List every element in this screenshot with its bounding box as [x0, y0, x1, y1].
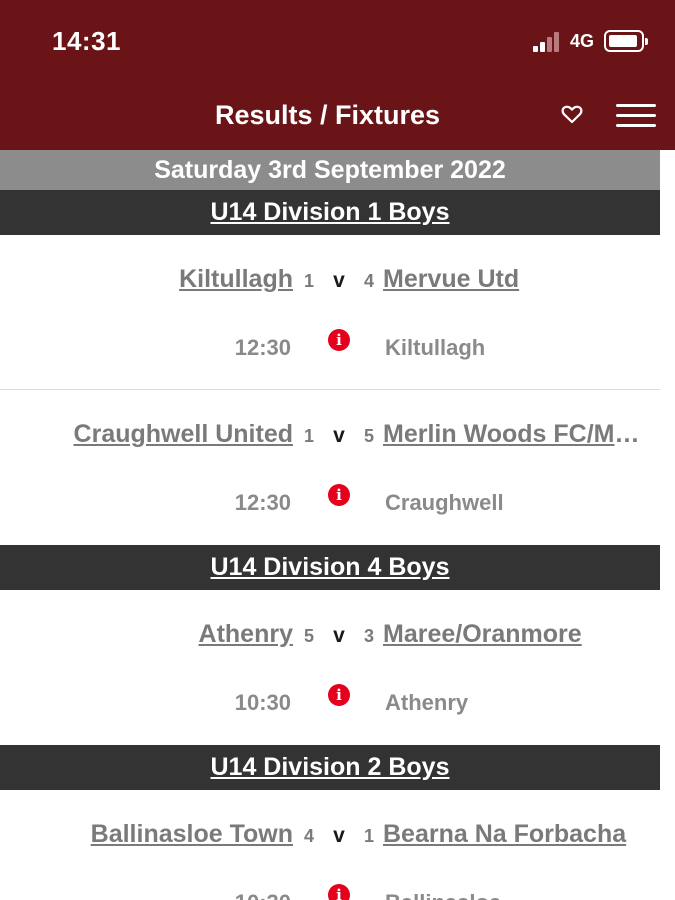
away-team-link[interactable]: Mervue Utd [383, 265, 653, 294]
home-score: 1 [304, 271, 315, 291]
match-row[interactable]: Ballinasloe Town 4 v 1 Bearna Na Forbach… [0, 790, 675, 900]
info-icon[interactable]: i [328, 329, 350, 351]
division-header: U14 Division 4 Boys [0, 545, 660, 590]
home-score: 1 [304, 426, 315, 446]
match-row[interactable]: Kiltullagh 1 v 4 Mervue Utd 12:30 i Kilt… [0, 235, 675, 390]
network-type: 4G [570, 31, 595, 51]
division-header: U14 Division 2 Boys [0, 745, 660, 790]
scrollbar[interactable] [660, 150, 675, 900]
match-score: 5 v 3 [304, 624, 374, 648]
info-icon[interactable]: i [328, 884, 350, 900]
match-score: 1 v 4 [304, 269, 374, 293]
kickoff-time: 12:30 [234, 490, 291, 515]
away-score: 1 [363, 826, 374, 846]
home-team-link[interactable]: Ballinasloe Town [91, 820, 293, 849]
division-header: U14 Division 1 Boys [0, 190, 660, 235]
division-title[interactable]: U14 Division 2 Boys [211, 753, 450, 781]
kickoff-time: 10:30 [234, 690, 291, 715]
fixtures-list[interactable]: Saturday 3rd September 2022 U14 Division… [0, 150, 675, 900]
venue-label: Kiltullagh [385, 335, 486, 360]
match-row[interactable]: Athenry 5 v 3 Maree/Oranmore 10:30 i Ath… [0, 590, 675, 745]
signal-strength-icon [533, 32, 563, 52]
home-team-link[interactable]: Craughwell United [74, 420, 293, 449]
away-score: 4 [363, 271, 374, 291]
away-score: 3 [363, 626, 374, 646]
match-row[interactable]: Craughwell United 1 v 5 Merlin Woods FC/… [0, 390, 675, 545]
division-title[interactable]: U14 Division 1 Boys [211, 198, 450, 226]
home-score: 5 [304, 626, 315, 646]
venue-label: Athenry [385, 690, 469, 715]
kickoff-time: 12:30 [234, 335, 291, 360]
venue-label: Craughwell [385, 490, 504, 515]
home-team-link[interactable]: Athenry [199, 620, 293, 649]
venue-label: Ballinasloe [385, 890, 501, 900]
versus-label: v [333, 824, 345, 847]
home-team-link[interactable]: Kiltullagh [179, 265, 293, 294]
division-title[interactable]: U14 Division 4 Boys [211, 553, 450, 581]
versus-label: v [333, 624, 345, 647]
status-time: 14:31 [52, 26, 121, 56]
battery-icon [604, 30, 648, 52]
date-header: Saturday 3rd September 2022 [0, 150, 660, 190]
home-score: 4 [304, 826, 315, 846]
info-icon[interactable]: i [328, 484, 350, 506]
kickoff-time: 10:30 [235, 890, 291, 900]
match-score: 1 v 5 [304, 424, 374, 448]
heart-icon[interactable] [560, 102, 584, 126]
away-team-link[interactable]: Merlin Woods FC/Menlo Park [383, 420, 653, 449]
hamburger-menu-icon[interactable] [616, 104, 656, 128]
away-team-link[interactable]: Maree/Oranmore [383, 620, 653, 649]
away-team-link[interactable]: Bearna Na Forbacha [383, 820, 653, 849]
info-icon[interactable]: i [328, 684, 350, 706]
versus-label: v [333, 269, 345, 292]
versus-label: v [333, 424, 345, 447]
away-score: 5 [363, 426, 374, 446]
match-score: 4 v 1 [304, 824, 374, 848]
app-header: 14:31 4G Results / Fixtures [0, 0, 675, 150]
